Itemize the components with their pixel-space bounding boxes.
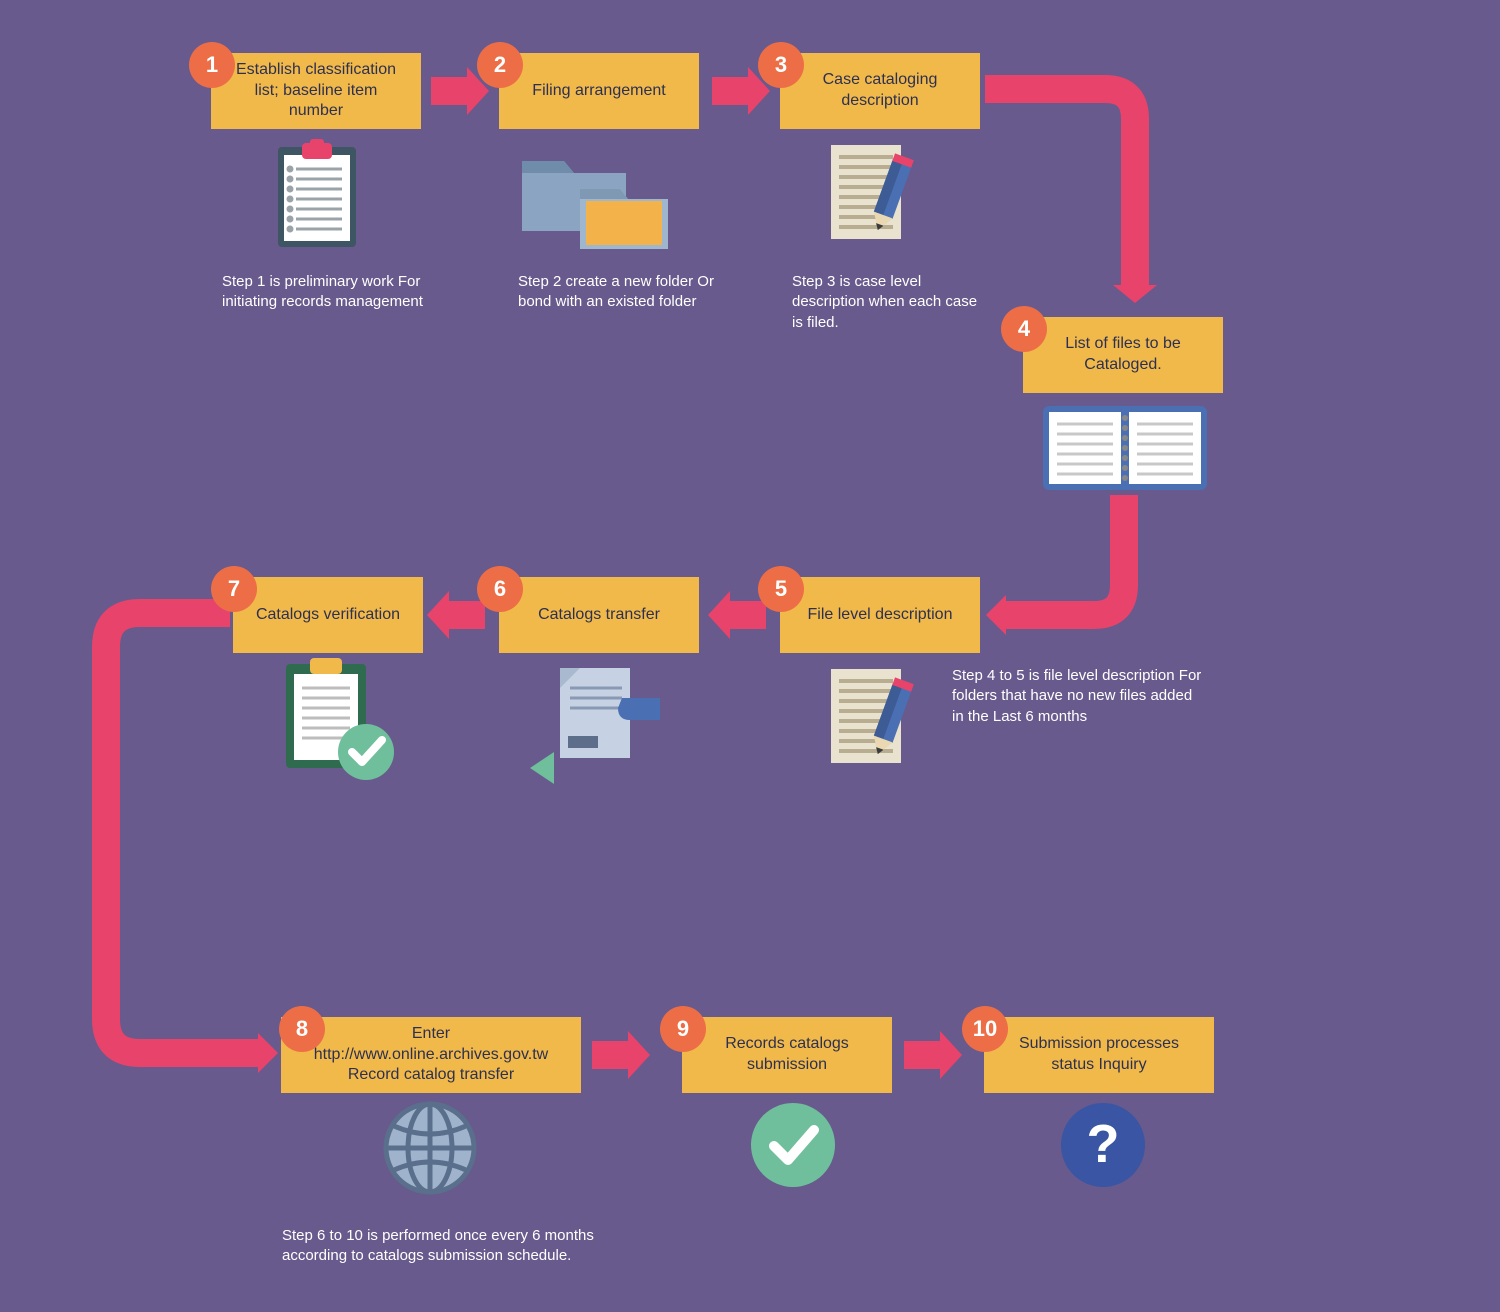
- step-10-label: Submission processes status Inquiry: [1000, 1034, 1198, 1076]
- step-3-caption: Step 3 is case level description when ea…: [792, 272, 992, 333]
- notebook-icon: [1035, 393, 1215, 503]
- document-hand-icon: [530, 658, 670, 788]
- arrow-9-to-10: [904, 1041, 942, 1069]
- step-5-label: File level description: [808, 605, 953, 626]
- step-6-label: Catalogs transfer: [538, 605, 660, 626]
- step-2-label: Filing arrangement: [532, 81, 665, 102]
- step-4-badge: 4: [1001, 306, 1047, 352]
- step-9-label: Records catalogs submission: [698, 1034, 876, 1076]
- arrow-5-to-6: [728, 601, 766, 629]
- arrow-2-to-3: [712, 77, 750, 105]
- step-8-box: Enter http://www.online.archives.gov.tw …: [281, 1017, 581, 1093]
- step-3-badge: 3: [758, 42, 804, 88]
- step-4-box: List of files to be Cataloged.: [1023, 317, 1223, 393]
- step-8-caption: Step 6 to 10 is performed once every 6 m…: [282, 1226, 642, 1267]
- step-1-badge: 1: [189, 42, 235, 88]
- step-10-badge: 10: [962, 1006, 1008, 1052]
- check-circle-icon: [748, 1100, 838, 1190]
- question-circle-icon: ?: [1058, 1100, 1148, 1190]
- step-8-label: Enter http://www.online.archives.gov.tw …: [297, 1024, 565, 1086]
- svg-text:?: ?: [1087, 1114, 1120, 1174]
- clipboard-list-icon: [262, 134, 372, 254]
- step-4-label: List of files to be Cataloged.: [1039, 334, 1207, 376]
- globe-icon: [380, 1098, 480, 1198]
- arrow-3-to-4: [985, 75, 1165, 325]
- step-5-caption: Step 4 to 5 is file level description Fo…: [952, 666, 1202, 727]
- step-2-box: Filing arrangement: [499, 53, 699, 129]
- step-2-badge: 2: [477, 42, 523, 88]
- arrow-8-to-9: [592, 1041, 630, 1069]
- step-1-label: Establish classification list; baseline …: [227, 60, 405, 122]
- step-10-box: Submission processes status Inquiry: [984, 1017, 1214, 1093]
- step-6-badge: 6: [477, 566, 523, 612]
- step-7-badge: 7: [211, 566, 257, 612]
- step-3-label: Case cataloging description: [796, 70, 964, 112]
- document-pencil-icon: [818, 134, 948, 254]
- step-8-badge: 8: [279, 1006, 325, 1052]
- arrow-1-to-2: [431, 77, 469, 105]
- step-9-badge: 9: [660, 1006, 706, 1052]
- step-2-caption: Step 2 create a new folder Or bond with …: [518, 272, 718, 313]
- step-5-box: File level description: [780, 577, 980, 653]
- step-1-caption: Step 1 is preliminary work For initiatin…: [222, 272, 432, 313]
- step-6-box: Catalogs transfer: [499, 577, 699, 653]
- arrow-6-to-7: [447, 601, 485, 629]
- step-9-box: Records catalogs submission: [682, 1017, 892, 1093]
- step-1-box: Establish classification list; baseline …: [211, 53, 421, 129]
- step-3-box: Case cataloging description: [780, 53, 980, 129]
- document-pencil-icon-2: [818, 658, 948, 778]
- folders-icon: [516, 139, 676, 259]
- arrow-4-to-5: [974, 495, 1174, 655]
- step-5-badge: 5: [758, 566, 804, 612]
